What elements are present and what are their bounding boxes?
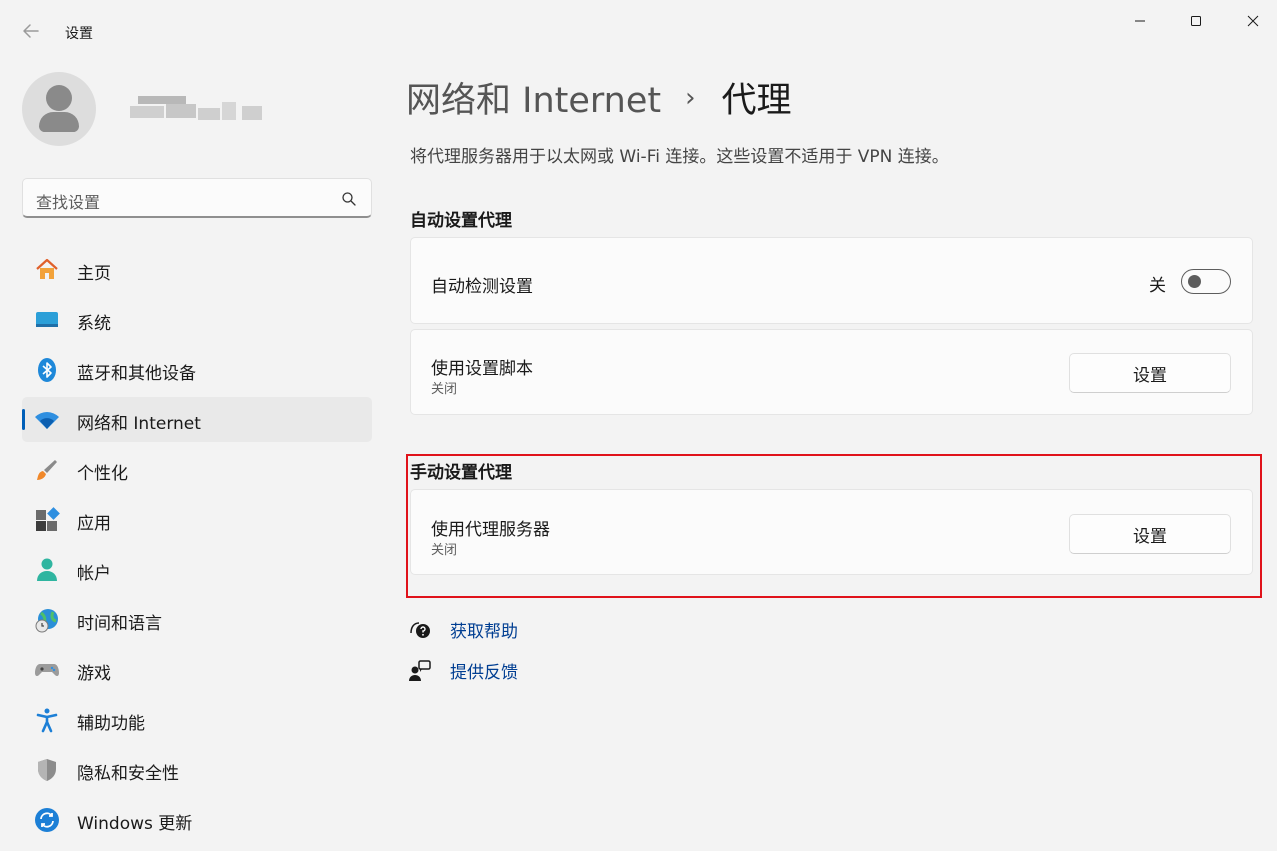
account-icon [34, 557, 60, 583]
sidebar-item-system[interactable]: 系统 [22, 297, 372, 342]
time-language-icon [34, 607, 60, 633]
search-placeholder: 查找设置 [36, 193, 101, 212]
feedback-link-text[interactable]: 提供反馈 [450, 658, 518, 683]
feedback-icon [408, 659, 432, 683]
use-proxy-label: 使用代理服务器 [431, 520, 550, 540]
use-proxy-status: 关闭 [431, 543, 458, 558]
sidebar-item-personalization[interactable]: 个性化 [22, 447, 372, 492]
help-link-text[interactable]: 获取帮助 [450, 617, 518, 642]
home-icon [34, 257, 60, 283]
sidebar-item-network[interactable]: 网络和 Internet [22, 397, 372, 442]
sidebar-item-home[interactable]: 主页 [22, 247, 372, 292]
section-title-auto-proxy: 自动设置代理 [410, 211, 512, 231]
auto-detect-card: 自动检测设置 关 [410, 237, 1253, 324]
section-title-manual-proxy: 手动设置代理 [410, 463, 512, 483]
apps-icon [34, 507, 60, 533]
sidebar-item-apps[interactable]: 应用 [22, 497, 372, 542]
back-arrow-icon[interactable] [20, 19, 44, 43]
gaming-icon [34, 657, 60, 683]
setup-script-status: 关闭 [431, 382, 458, 397]
privacy-shield-icon [34, 757, 60, 783]
sidebar-item-gaming[interactable]: 游戏 [22, 647, 372, 692]
setup-script-label: 使用设置脚本 [431, 359, 533, 379]
search-icon[interactable] [341, 191, 357, 207]
sidebar-item-bluetooth[interactable]: 蓝牙和其他设备 [22, 347, 372, 392]
minimize-icon[interactable] [1117, 8, 1163, 34]
page-description: 将代理服务器用于以太网或 Wi-Fi 连接。这些设置不适用于 VPN 连接。 [410, 147, 949, 167]
auto-detect-toggle[interactable] [1181, 269, 1231, 294]
sidebar-item-accessibility[interactable]: 辅助功能 [22, 697, 372, 742]
windows-update-icon [34, 807, 60, 833]
title-bar: 设置 [0, 0, 1277, 44]
use-proxy-settings-button[interactable]: 设置 [1069, 514, 1231, 554]
sidebar-item-privacy[interactable]: 隐私和安全性 [22, 747, 372, 792]
sidebar-item-time-language[interactable]: 时间和语言 [22, 597, 372, 642]
blurred-username [130, 94, 266, 124]
setup-script-card: 使用设置脚本 关闭 设置 [410, 329, 1253, 415]
toggle-knob [1188, 275, 1201, 288]
close-icon[interactable] [1230, 8, 1276, 34]
avatar [22, 72, 96, 146]
personalization-brush-icon [34, 457, 60, 483]
use-proxy-card: 使用代理服务器 关闭 设置 [410, 489, 1253, 575]
feedback-link[interactable]: 提供反馈 [408, 658, 518, 683]
chevron-right-icon: › [685, 82, 696, 113]
search-input[interactable]: 查找设置 [22, 178, 372, 218]
bluetooth-icon [34, 357, 60, 383]
help-icon [408, 618, 432, 642]
app-title: 设置 [65, 26, 93, 42]
help-link[interactable]: 获取帮助 [408, 617, 518, 642]
system-icon [34, 307, 60, 333]
sidebar-item-accounts[interactable]: 帐户 [22, 547, 372, 592]
setup-script-settings-button[interactable]: 设置 [1069, 353, 1231, 393]
sidebar-item-windows-update[interactable]: Windows 更新 [22, 797, 372, 842]
breadcrumb-parent[interactable]: 网络和 Internet [406, 72, 661, 123]
maximize-icon[interactable] [1173, 8, 1219, 34]
page-title: 代理 [721, 81, 792, 121]
user-profile[interactable] [22, 72, 262, 146]
sidebar-nav: 主页 系统 蓝牙和其他设备 网络和 Internet 个性化 应用 帐户 时间和… [22, 247, 372, 847]
accessibility-icon [34, 707, 60, 733]
breadcrumb: 网络和 Internet › 代理 [406, 72, 792, 123]
wifi-icon [34, 407, 60, 433]
auto-detect-label: 自动检测设置 [431, 277, 533, 297]
auto-detect-state-label: 关 [1149, 276, 1166, 296]
